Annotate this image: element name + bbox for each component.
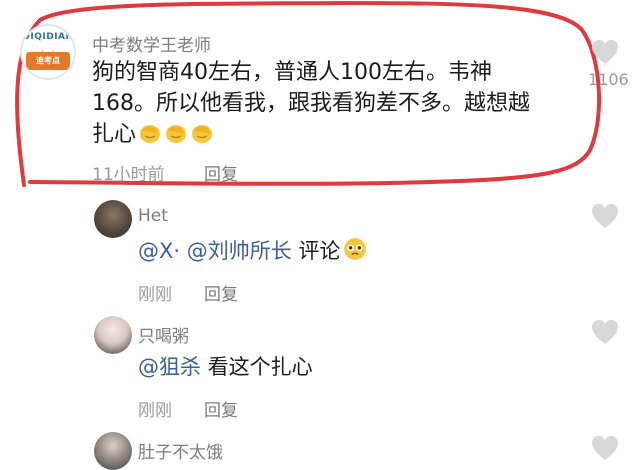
comment-text-line: 168。所以他看我，跟我看狗差不多。越想越 (92, 91, 530, 116)
reply-button[interactable]: 回复 (204, 396, 238, 421)
reply-button[interactable]: 回复 (204, 280, 238, 305)
comment-username[interactable]: 只喝粥 (138, 322, 189, 347)
comment-text-fragment: 扎心 (92, 122, 137, 147)
pleading-face-emoji-icon (344, 238, 367, 260)
comment-username[interactable]: 肚子不太饿 (138, 438, 223, 463)
comment-body: @狙杀 看这个扎心 (138, 352, 313, 383)
comment-text-fragment: 看这个扎心 (207, 355, 313, 379)
facepalm-emoji-icon (192, 125, 213, 143)
comment-username[interactable]: 中考数学王老师 (92, 31, 211, 56)
comment-text-line: 狗的智商40左右，普通人100左右。韦神 (92, 60, 492, 85)
reply-button[interactable]: 回复 (204, 160, 238, 185)
comment-timestamp: 刚刚 (138, 285, 172, 305)
mention-link[interactable]: @刘帅所长 (187, 239, 292, 263)
avatar-brand-text: DIQIDIAN (22, 32, 74, 42)
heart-icon[interactable] (590, 318, 620, 346)
comment-timestamp: 11小时前 (92, 165, 165, 185)
avatar[interactable] (94, 316, 132, 354)
avatar[interactable] (94, 200, 132, 238)
comment-username[interactable]: Het (138, 206, 168, 226)
heart-icon[interactable] (590, 38, 620, 66)
heart-icon[interactable] (590, 434, 620, 462)
mention-link[interactable]: @狙杀 (138, 355, 201, 379)
avatar-band-text: 迪考点 (36, 56, 60, 65)
comment-text-line: 扎心 (92, 119, 572, 150)
heart-icon[interactable] (590, 202, 620, 230)
like-count: 1106 (588, 70, 629, 89)
facepalm-emoji-icon (140, 125, 161, 143)
mention-link[interactable]: @X· (138, 239, 180, 263)
comment-text-fragment: 评论 (298, 239, 341, 263)
comment-body: @X· @刘帅所长 评论 (138, 236, 368, 267)
comment-body: 狗的智商40左右，普通人100左右。韦神 168。所以他看我，跟我看狗差不多。越… (92, 57, 572, 150)
avatar[interactable]: DIQIDIAN 迪考点 (20, 24, 76, 80)
comment-timestamp: 刚刚 (138, 401, 172, 421)
avatar[interactable] (94, 432, 132, 470)
facepalm-emoji-icon (166, 125, 187, 143)
